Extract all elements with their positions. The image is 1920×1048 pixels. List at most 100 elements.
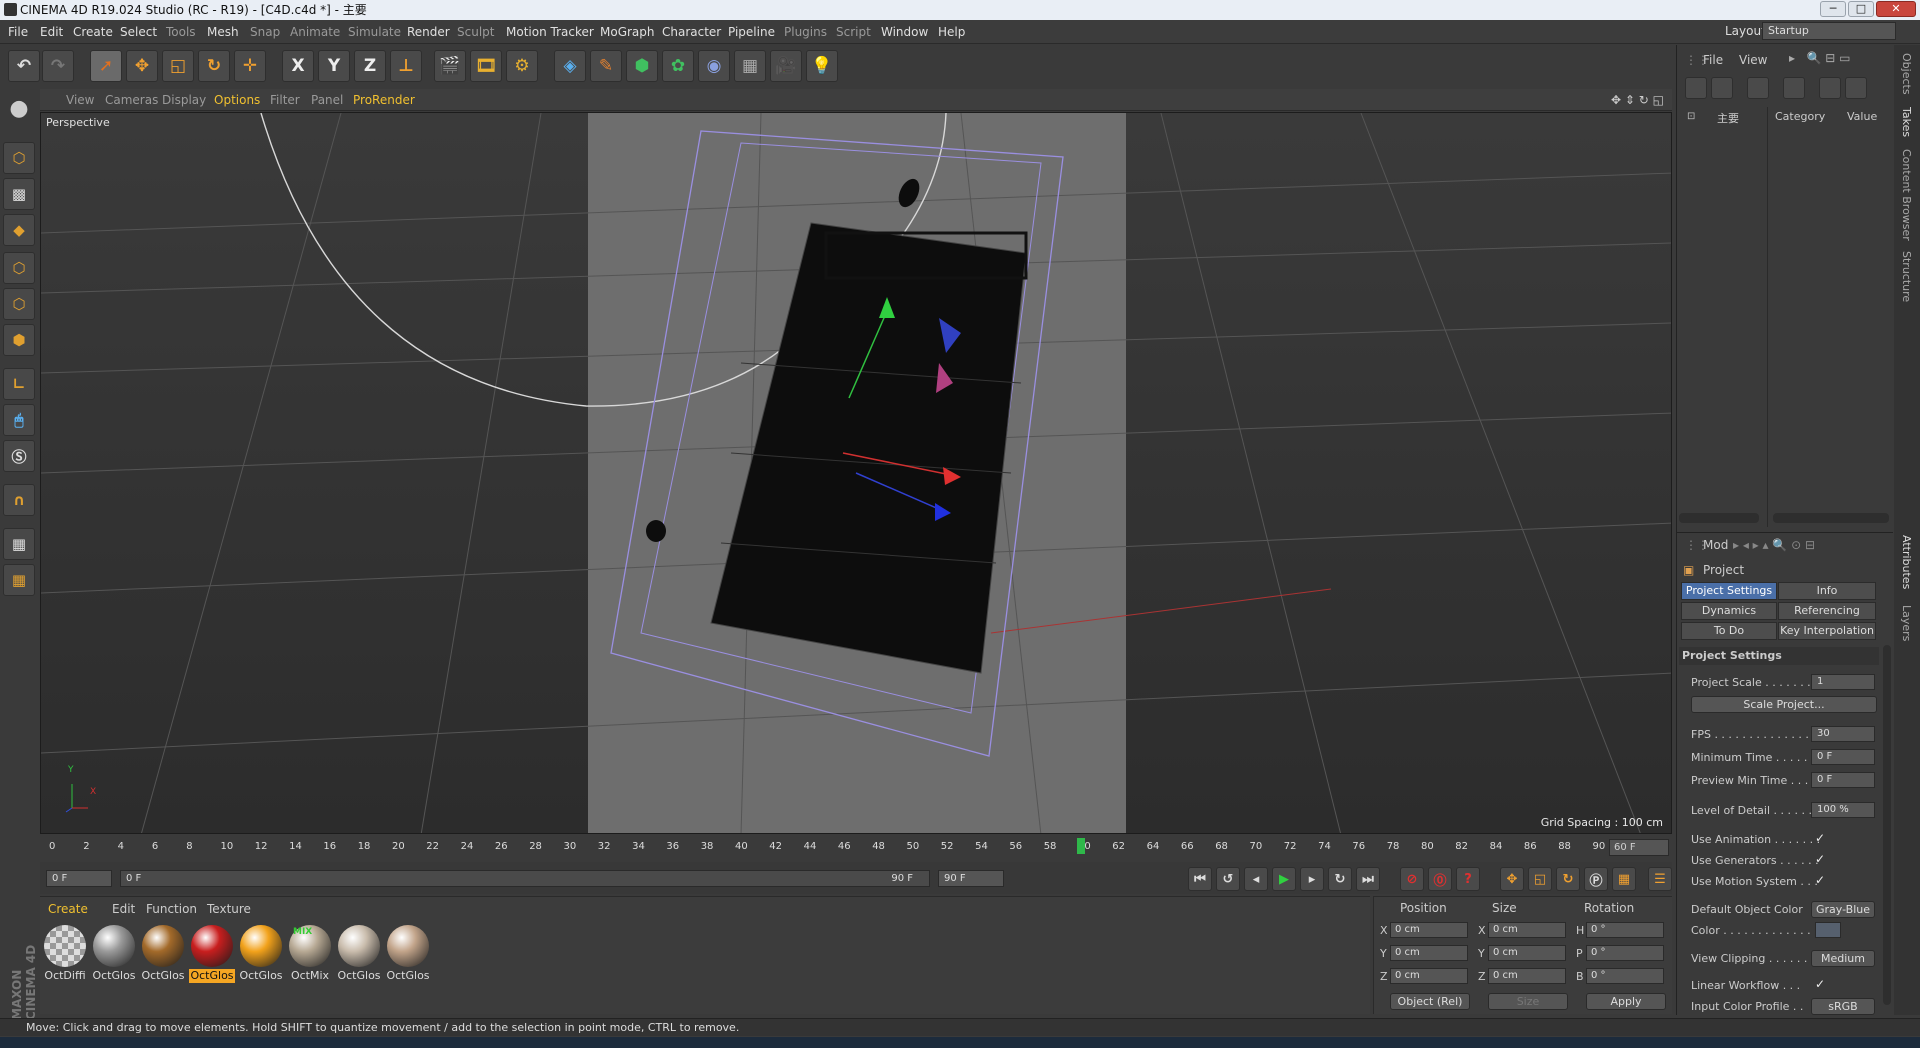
viewport-menu-panel[interactable]: Panel <box>311 93 343 107</box>
tab-info[interactable]: Info <box>1778 582 1876 600</box>
render-view-icon[interactable]: 🎬 <box>434 50 466 82</box>
viewport-menu-view[interactable]: View <box>66 93 94 107</box>
material-swatch[interactable]: OctGlos <box>336 925 382 987</box>
size-mode-select[interactable]: Size <box>1488 993 1568 1010</box>
magnet-icon[interactable]: ∩ <box>3 484 35 516</box>
menu-simulate[interactable]: Simulate <box>348 25 401 39</box>
tab-key-interpolation[interactable]: Key Interpolation <box>1778 622 1876 640</box>
record-position-icon[interactable]: ✥ <box>1500 867 1524 891</box>
timeline-settings-icon[interactable]: ☰ <box>1648 867 1672 891</box>
take-main-label[interactable]: 主要 <box>1717 110 1739 126</box>
take-checkbox-icon[interactable]: ⊡ <box>1687 111 1695 122</box>
side-tab-structure[interactable]: Structure <box>1900 251 1913 302</box>
z-axis-lock-button[interactable]: Z <box>354 50 386 82</box>
go-to-end-icon[interactable]: ⏭ <box>1356 867 1380 891</box>
menu-character[interactable]: Character <box>662 25 721 39</box>
cube-object-icon[interactable]: ◈ <box>554 50 586 82</box>
objects-menu-file[interactable]: File <box>1703 53 1723 67</box>
pos-x-field[interactable]: 0 cm <box>1390 922 1468 938</box>
menu-animate[interactable]: Animate <box>290 25 340 39</box>
material-swatch[interactable]: OctGlos <box>189 925 235 987</box>
maximize-button[interactable]: □ <box>1848 1 1874 17</box>
material-swatch[interactable]: OctDiffi <box>42 925 88 987</box>
record-pla-icon[interactable]: ▦ <box>1612 867 1636 891</box>
take-lock-icon[interactable] <box>1845 77 1867 99</box>
light-icon[interactable]: 💡 <box>806 50 838 82</box>
default-object-color-select[interactable]: Gray-Blue <box>1811 901 1875 918</box>
take-folder-icon[interactable] <box>1711 77 1733 99</box>
menu-snap[interactable]: Snap <box>250 25 280 39</box>
tweak-mode-icon[interactable]: 🖱 <box>3 404 35 436</box>
pos-z-field[interactable]: 0 cm <box>1390 968 1468 984</box>
attributes-mode-menu[interactable]: Mod <box>1703 538 1728 552</box>
prev-frame-icon[interactable]: ◂ <box>1244 867 1268 891</box>
points-mode-icon[interactable]: ⬡ <box>3 252 35 284</box>
side-tab-objects[interactable]: Objects <box>1900 53 1913 95</box>
texture-mode-icon[interactable]: ▩ <box>3 178 35 210</box>
rotate-tool-icon[interactable]: ↻ <box>198 50 230 82</box>
use-generators-checkbox[interactable]: ✓ <box>1815 852 1825 866</box>
move-tool-icon[interactable]: ✥ <box>126 50 158 82</box>
deformer-icon[interactable]: ◉ <box>698 50 730 82</box>
viewport[interactable]: Perspective Grid Spacing : 100 cm Y X <box>40 112 1672 834</box>
material-swatch[interactable]: OctGlos <box>91 925 137 987</box>
viewport-menu-prorender[interactable]: ProRender <box>353 93 415 107</box>
pos-y-field[interactable]: 0 cm <box>1390 945 1468 961</box>
tab-referencing[interactable]: Referencing <box>1778 602 1876 620</box>
menu-create[interactable]: Create <box>73 25 113 39</box>
minimum-time-field[interactable]: 0 F <box>1811 749 1875 765</box>
menu-motion-tracker[interactable]: Motion Tracker <box>506 25 594 39</box>
material-menu-function[interactable]: Function <box>146 902 197 916</box>
record-parameter-icon[interactable]: Ⓟ <box>1584 867 1608 891</box>
size-y-field[interactable]: 0 cm <box>1488 945 1566 961</box>
objects-menu-view[interactable]: View <box>1739 53 1767 67</box>
render-settings-icon[interactable]: ⚙ <box>506 50 538 82</box>
live-selection-icon[interactable]: ➚ <box>90 50 122 82</box>
rot-p-field[interactable]: 0 ° <box>1586 945 1664 961</box>
scale-project-button[interactable]: Scale Project... <box>1691 696 1877 713</box>
menu-edit[interactable]: Edit <box>40 25 63 39</box>
project-scale-field[interactable]: 1 <box>1811 674 1875 690</box>
tab-dynamics[interactable]: Dynamics <box>1681 602 1777 620</box>
tab-to-do[interactable]: To Do <box>1681 622 1777 640</box>
menu-select[interactable]: Select <box>120 25 157 39</box>
menu-mesh[interactable]: Mesh <box>207 25 239 39</box>
workplane-mode-icon[interactable]: ◆ <box>3 214 35 246</box>
viewport-menu-cameras[interactable]: Cameras <box>105 93 158 107</box>
material-menu-texture[interactable]: Texture <box>207 902 251 916</box>
attributes-scrollbar[interactable] <box>1883 645 1891 1005</box>
size-x-field[interactable]: 0 cm <box>1488 922 1566 938</box>
start-frame-field[interactable]: 0 F <box>46 870 112 887</box>
material-swatch[interactable]: OctGlos <box>238 925 284 987</box>
y-axis-lock-button[interactable]: Y <box>318 50 350 82</box>
preview-range-slider[interactable]: 0 F 90 F <box>120 870 930 887</box>
level-of-detail-field[interactable]: 100 % <box>1811 802 1875 818</box>
go-to-start-icon[interactable]: ⏮ <box>1188 867 1212 891</box>
material-swatch[interactable]: MIX OctMix <box>287 925 333 987</box>
timeline-end-field[interactable]: 60 F <box>1609 839 1669 856</box>
close-button[interactable]: ✕ <box>1876 1 1916 17</box>
rot-h-field[interactable]: 0 ° <box>1586 922 1664 938</box>
menu-sculpt[interactable]: Sculpt <box>457 25 494 39</box>
lock-workplane-icon[interactable]: ▦ <box>3 528 35 560</box>
material-swatch[interactable]: OctGlos <box>140 925 186 987</box>
menu-plugins[interactable]: Plugins <box>784 25 827 39</box>
apply-button[interactable]: Apply <box>1586 993 1666 1010</box>
render-to-picture-viewer-icon[interactable]: 🎞 <box>470 50 502 82</box>
workplane-icon[interactable]: ▦ <box>3 564 35 596</box>
menu-help[interactable]: Help <box>938 25 965 39</box>
side-tab-layers[interactable]: Layers <box>1900 605 1913 641</box>
viewport-navigation-icons[interactable]: ✥ ⇕ ↻ ◱ <box>1611 93 1664 107</box>
take-override-icon[interactable] <box>1747 77 1769 99</box>
timeline-ruler[interactable]: 0 2 4 6 8 10 12 14 16 18 20 22 24 26 28 30 32 34 36 38 40 42 4… <box>40 837 1672 859</box>
coordinate-system-icon[interactable]: ⊥ <box>390 50 422 82</box>
color-swatch[interactable] <box>1815 922 1841 938</box>
side-tab-attributes[interactable]: Attributes <box>1900 535 1913 589</box>
axis-mode-icon[interactable]: ∟ <box>3 368 35 400</box>
tab-project-settings[interactable]: Project Settings <box>1681 582 1777 600</box>
pen-spline-icon[interactable]: ✎ <box>590 50 622 82</box>
take-render-icon[interactable] <box>1819 77 1841 99</box>
menu-tools[interactable]: Tools <box>166 25 196 39</box>
next-keyframe-icon[interactable]: ↻ <box>1328 867 1352 891</box>
autokey-icon[interactable]: ⓪ <box>1428 867 1452 891</box>
